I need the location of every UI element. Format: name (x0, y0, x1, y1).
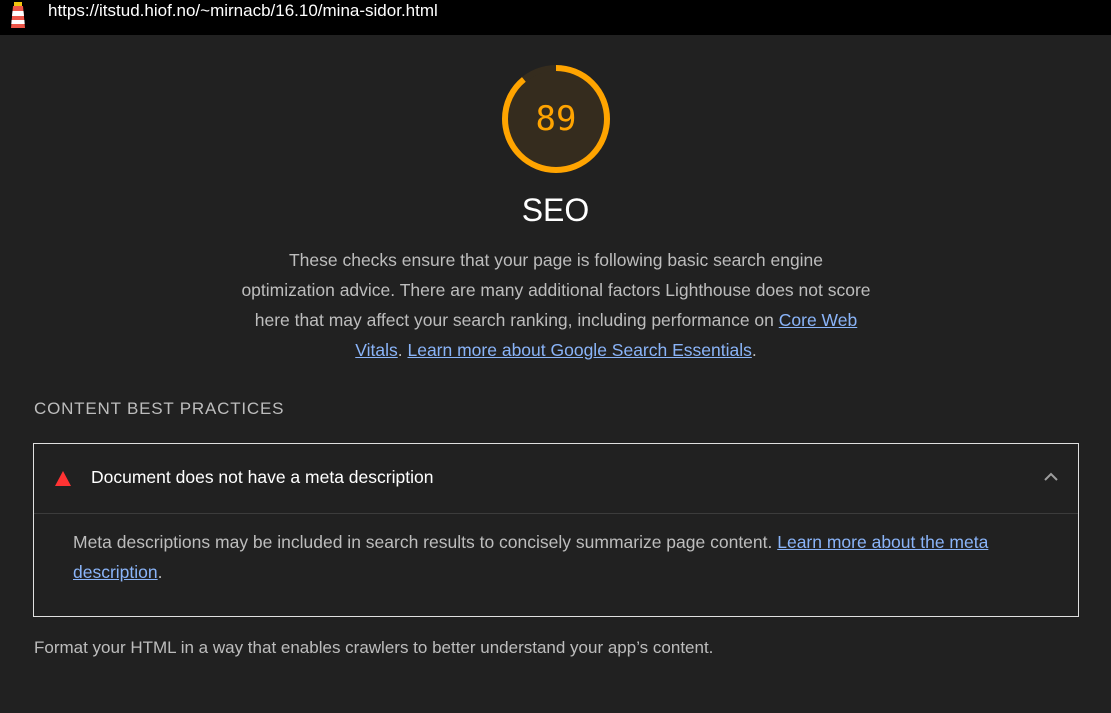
search-essentials-link[interactable]: Learn more about Google Search Essential… (407, 340, 751, 360)
audit-title: Document does not have a meta descriptio… (91, 467, 434, 487)
audit-description-text: Meta descriptions may be included in sea… (73, 532, 778, 552)
category-title: SEO (521, 192, 590, 228)
category-description-text: These checks ensure that your page is fo… (241, 250, 871, 330)
audit-description: Meta descriptions may be included in sea… (73, 527, 1063, 587)
audit-description-end: . (157, 562, 163, 582)
chevron-up-icon[interactable] (1042, 470, 1060, 484)
page-url[interactable]: https://itstud.hiof.no/~mirnacb/16.10/mi… (48, 1, 438, 21)
description-end: . (751, 340, 757, 360)
group-description: Format your HTML in a way that enables c… (34, 638, 714, 657)
score-value: 89 (535, 99, 577, 139)
group-title: CONTENT BEST PRACTICES (34, 399, 285, 418)
category-description: These checks ensure that your page is fo… (240, 245, 872, 365)
lighthouse-icon (11, 2, 25, 28)
audit-meta-description: Document does not have a meta descriptio… (33, 443, 1079, 617)
audit-header[interactable]: Document does not have a meta descriptio… (34, 444, 1078, 514)
address-bar: https://itstud.hiof.no/~mirnacb/16.10/mi… (0, 0, 1111, 35)
fail-triangle-icon (55, 471, 71, 486)
